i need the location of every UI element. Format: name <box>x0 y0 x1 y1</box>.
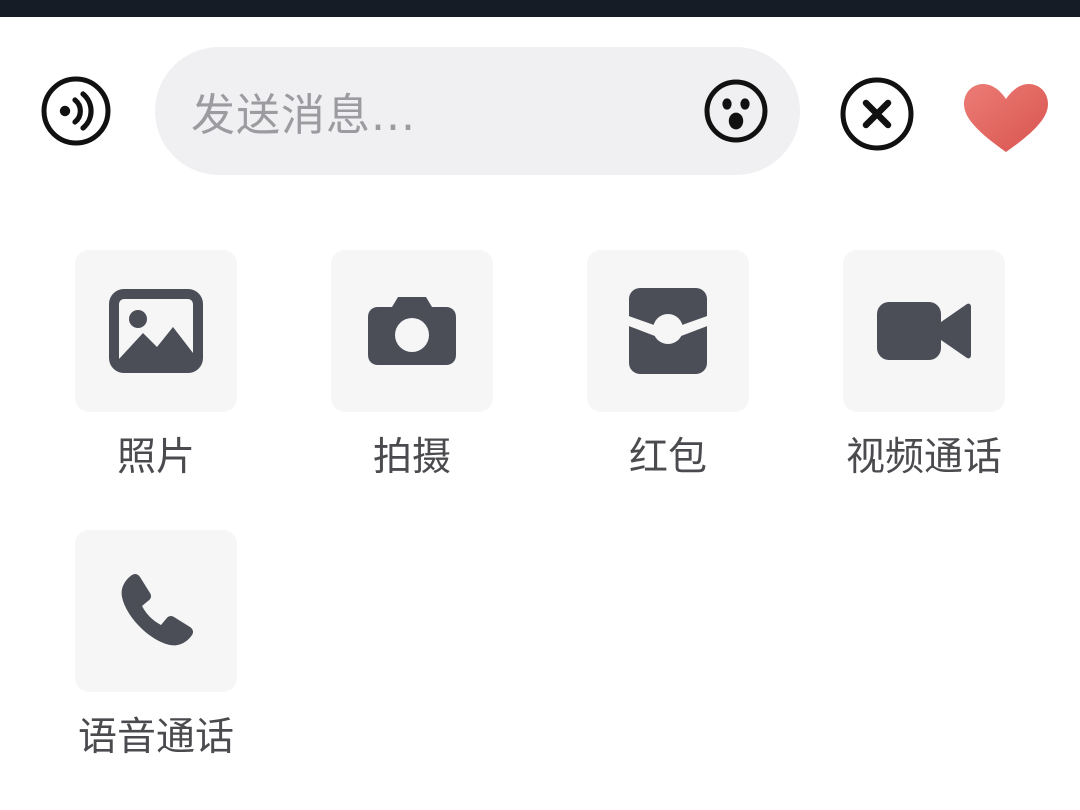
system-status-bar <box>0 0 1080 17</box>
chat-input-bar: 发送消息... <box>0 17 1080 207</box>
message-input-field[interactable]: 发送消息... <box>155 47 800 175</box>
message-input-placeholder: 发送消息... <box>191 90 416 141</box>
action-tile[interactable] <box>331 250 493 412</box>
action-label: 拍摄 <box>372 435 451 480</box>
emoji-picker-button[interactable] <box>702 77 770 145</box>
action-label: 照片 <box>116 435 195 480</box>
action-tile[interactable] <box>75 250 237 412</box>
voice-call-icon <box>110 565 202 657</box>
voice-input-toggle-button[interactable] <box>40 75 112 147</box>
action-item-video-call[interactable]: 视频通话 <box>843 250 1005 477</box>
photo-icon <box>109 289 203 373</box>
heart-icon <box>960 81 1052 155</box>
close-panel-button[interactable] <box>838 75 916 153</box>
action-item-red-packet[interactable]: 红包 <box>587 250 749 477</box>
close-circle-icon <box>838 75 916 153</box>
action-grid-row: 语音通话 <box>0 530 1080 810</box>
voice-wave-icon <box>40 75 112 147</box>
video-call-icon <box>874 296 974 366</box>
red-packet-icon <box>626 285 710 377</box>
attachment-action-grid: 照片 拍摄 红包 视频通话 语音通话 <box>0 250 1080 807</box>
emoji-face-icon <box>702 77 770 145</box>
action-item-voice-call[interactable]: 语音通话 <box>75 530 237 757</box>
camera-icon <box>364 291 460 371</box>
action-tile[interactable] <box>587 250 749 412</box>
action-label: 视频通话 <box>845 435 1002 480</box>
heart-sticker-button[interactable] <box>960 81 1052 155</box>
action-item-capture[interactable]: 拍摄 <box>331 250 493 477</box>
action-grid-row: 照片 拍摄 红包 视频通话 <box>0 250 1080 530</box>
action-tile[interactable] <box>75 530 237 692</box>
action-label: 语音通话 <box>77 715 234 760</box>
action-item-photo[interactable]: 照片 <box>75 250 237 477</box>
action-label: 红包 <box>628 435 707 480</box>
action-tile[interactable] <box>843 250 1005 412</box>
